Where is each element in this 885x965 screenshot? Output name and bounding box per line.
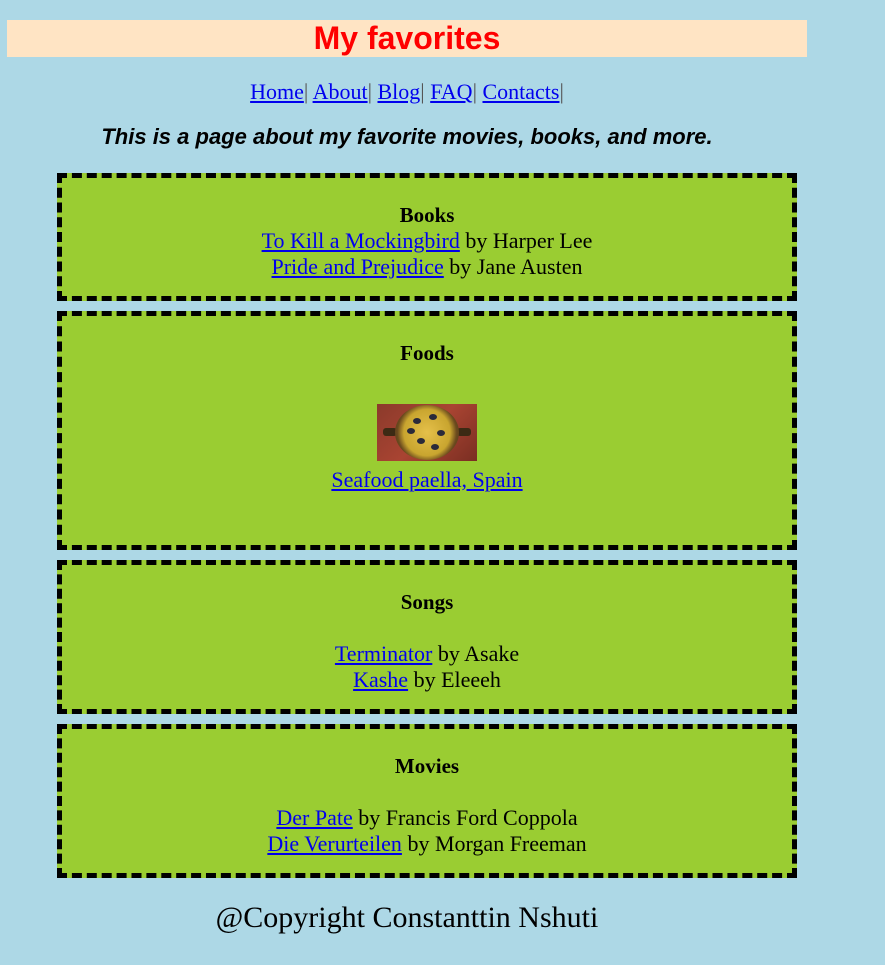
pan-handle-right [457,428,471,436]
mussel-shape [437,430,445,436]
list-item: Pride and Prejudice by Jane Austen [62,254,792,280]
nav-separator: | [420,79,425,104]
nav-link-contacts[interactable]: Contacts [482,79,559,104]
list-item: Seafood paella, Spain [62,467,792,493]
nav-link-faq[interactable]: FAQ [430,79,472,104]
song-artist: by Asake [432,641,520,666]
list-item: To Kill a Mockingbird by Harper Lee [62,228,792,254]
page-title: My favorites [7,20,807,57]
mussel-shape [413,418,421,424]
songs-heading: Songs [400,590,454,614]
paella-pan [395,405,459,460]
nav-separator: | [559,79,564,104]
nav-separator: | [367,79,372,104]
books-heading: Books [399,203,455,227]
book-author: by Harper Lee [459,228,593,253]
movie-credit: by Francis Ford Coppola [352,805,578,830]
foods-heading: Foods [400,341,454,365]
movies-heading: Movies [394,754,460,778]
movie-link-der-pate[interactable]: Der Pate [276,805,352,830]
nav-link-blog[interactable]: Blog [377,79,420,104]
movie-credit: by Morgan Freeman [401,831,587,856]
book-link-pride-prejudice[interactable]: Pride and Prejudice [272,254,444,279]
nav-link-about[interactable]: About [313,79,368,104]
song-link-terminator[interactable]: Terminator [335,641,432,666]
song-link-kashe[interactable]: Kashe [353,667,408,692]
mussel-shape [431,444,439,450]
list-item: Terminator by Asake [62,641,792,667]
nav-separator: | [303,79,309,104]
nav-separator: | [472,79,477,104]
books-section: Books To Kill a Mockingbird by Harper Le… [57,173,797,301]
song-artist: by Eleeeh [408,667,501,692]
book-author: by Jane Austen [443,254,583,279]
movie-link-die-verurteilen[interactable]: Die Verurteilen [267,831,402,856]
mussel-shape [429,414,437,420]
nav-link-home[interactable]: Home [250,79,304,104]
foods-section: Foods Seafood paella, Spain [57,311,797,550]
mussel-shape [417,438,425,444]
food-link-paella[interactable]: Seafood paella, Spain [331,467,522,492]
paella-dish-image [377,404,477,461]
list-item: Kashe by Eleeeh [62,667,792,693]
list-item: Die Verurteilen by Morgan Freeman [62,831,792,857]
book-link-mockingbird[interactable]: To Kill a Mockingbird [262,228,460,253]
copyright-footer: @Copyright Constanttin Nshuti [215,901,599,934]
main-nav: Home| About| Blog| FAQ| Contacts| [7,78,807,106]
list-item: Der Pate by Francis Ford Coppola [62,805,792,831]
songs-section: Songs Terminator by Asake Kashe by Eleee… [57,560,797,714]
movies-section: Movies Der Pate by Francis Ford Coppola … [57,724,797,878]
page-tagline: This is a page about my favorite movies,… [101,124,713,149]
mussel-shape [407,428,415,434]
